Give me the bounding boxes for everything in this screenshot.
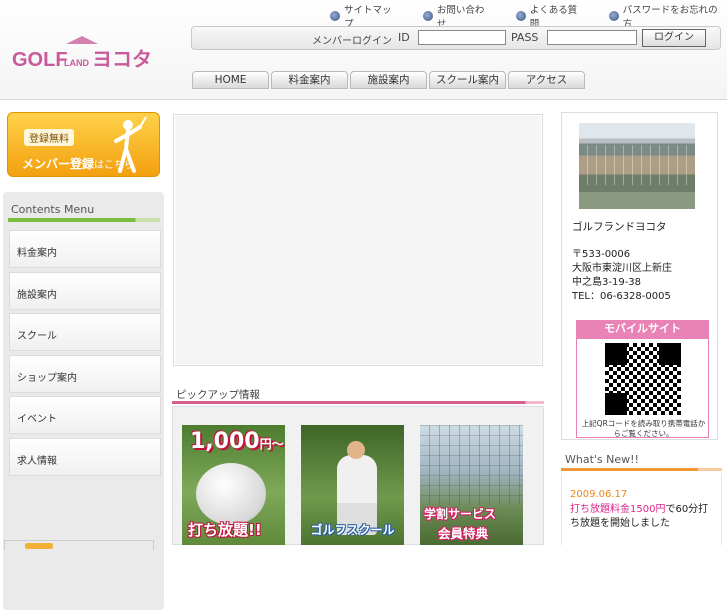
nav-access[interactable]: アクセス xyxy=(508,71,585,89)
shop-name: ゴルフランドヨコタ xyxy=(572,221,667,233)
pass-label: PASS xyxy=(511,31,539,44)
site-logo[interactable]: GOLF LAND ヨコタ xyxy=(12,32,152,72)
sidebar-bottom-banner[interactable] xyxy=(4,540,154,550)
nav-price[interactable]: 料金案内 xyxy=(271,71,348,89)
menu-item[interactable]: スクール xyxy=(9,313,161,351)
pickup-divider xyxy=(172,401,544,404)
address-line: 大阪市東淀川区上新庄 xyxy=(572,263,672,274)
nav-facility[interactable]: 施設案内 xyxy=(350,71,427,89)
globe-icon xyxy=(330,11,340,21)
phone-number: TEL：06-6328-0005 xyxy=(572,291,671,302)
mobile-site-box: 上記QRコードを読み取り携帯電話からご覧ください。 xyxy=(576,338,709,438)
sitemap-link[interactable]: サイトマップ xyxy=(330,5,401,30)
pickup-title: ピックアップ情報 xyxy=(176,389,260,401)
faq-link[interactable]: よくある質問 xyxy=(515,5,587,30)
menu-divider xyxy=(8,218,160,222)
id-label: ID xyxy=(398,31,410,44)
main-content: ピックアップ情報 1,000円～ 打ち放題!! ゴルフスクール 学割サービス 会… xyxy=(170,100,550,545)
mobile-site-title: モバイルサイト xyxy=(576,320,709,338)
news-divider xyxy=(561,468,722,471)
news-date: 2009.06.17 xyxy=(570,489,628,500)
left-sidebar: 登録無料 メンバー登録はこちら Contents Menu 料金案内 施設案内 … xyxy=(0,100,168,610)
svg-text:GOLF: GOLF xyxy=(12,49,68,71)
free-registration-label: 登録無料 xyxy=(24,129,74,146)
contents-menu-title: Contents Menu xyxy=(11,203,95,216)
main-visual-area xyxy=(173,114,543,366)
nav-school[interactable]: スクール案内 xyxy=(429,71,506,89)
whats-new-title: What's New!! xyxy=(565,453,639,466)
svg-text:ヨコタ: ヨコタ xyxy=(92,47,152,71)
id-input[interactable] xyxy=(418,30,506,45)
globe-icon xyxy=(608,11,619,21)
postal-code: 〒533-0006 xyxy=(572,249,631,260)
menu-item[interactable]: 施設案内 xyxy=(9,272,161,310)
menu-item[interactable]: ショップ案内 xyxy=(9,355,161,393)
nav-home[interactable]: HOME xyxy=(192,71,269,89)
globe-icon xyxy=(422,11,433,21)
menu-item[interactable]: 料金案内 xyxy=(9,230,161,268)
news-item[interactable]: 打ち放題料金1500円で60分打ち放題を開始しました xyxy=(570,503,718,531)
site-header: GOLF LAND ヨコタ サイトマップ お問い合わせ よくある質問 パスワード… xyxy=(0,0,727,100)
pickup-unlimited-hitting[interactable]: 1,000円～ 打ち放題!! xyxy=(182,425,285,545)
qr-caption: 上記QRコードを読み取り携帯電話からご覧ください。 xyxy=(581,419,706,438)
menu-item[interactable]: イベント xyxy=(9,396,161,434)
forgot-password-link[interactable]: パスワードをお忘れの方 xyxy=(608,5,727,30)
news-list: 2009.06.17 打ち放題料金1500円で60分打ち放題を開始しました xyxy=(561,473,722,545)
golfer-icon xyxy=(114,117,147,173)
pickup-list: 1,000円～ 打ち放題!! ゴルフスクール 学割サービス 会員特典 xyxy=(172,406,544,545)
right-sidebar: ゴルフランドヨコタ 〒533-0006 大阪市東淀川区上新庄 中之島3-19-3… xyxy=(556,100,727,545)
contact-link[interactable]: お問い合わせ xyxy=(422,5,494,30)
password-input[interactable] xyxy=(547,30,637,45)
login-button[interactable]: ログイン xyxy=(642,29,706,47)
svg-text:LAND: LAND xyxy=(64,58,89,68)
member-login-label: メンバーログイン xyxy=(312,36,392,47)
shop-info: ゴルフランドヨコタ 〒533-0006 大阪市東淀川区上新庄 中之島3-19-3… xyxy=(561,112,718,440)
menu-item[interactable]: 求人情報 xyxy=(9,438,161,476)
globe-icon xyxy=(515,11,526,21)
address-line: 中之島3-19-38 xyxy=(572,277,642,288)
top-links: サイトマップ お問い合わせ よくある質問 パスワードをお忘れの方 xyxy=(330,5,727,30)
shop-photo xyxy=(579,123,695,209)
main-nav: HOME 料金案内 施設案内 スクール案内 アクセス xyxy=(192,71,585,89)
pickup-golf-school[interactable]: ゴルフスクール xyxy=(301,425,404,545)
login-bar: メンバーログイン ID PASS ログイン xyxy=(191,26,721,50)
driving-range-net-image xyxy=(420,425,523,505)
pickup-student-discount[interactable]: 学割サービス 会員特典 xyxy=(420,425,523,545)
golf-ball-image xyxy=(196,463,266,525)
member-register-banner[interactable]: 登録無料 メンバー登録はこちら xyxy=(7,112,160,177)
qr-code-icon xyxy=(605,343,681,415)
